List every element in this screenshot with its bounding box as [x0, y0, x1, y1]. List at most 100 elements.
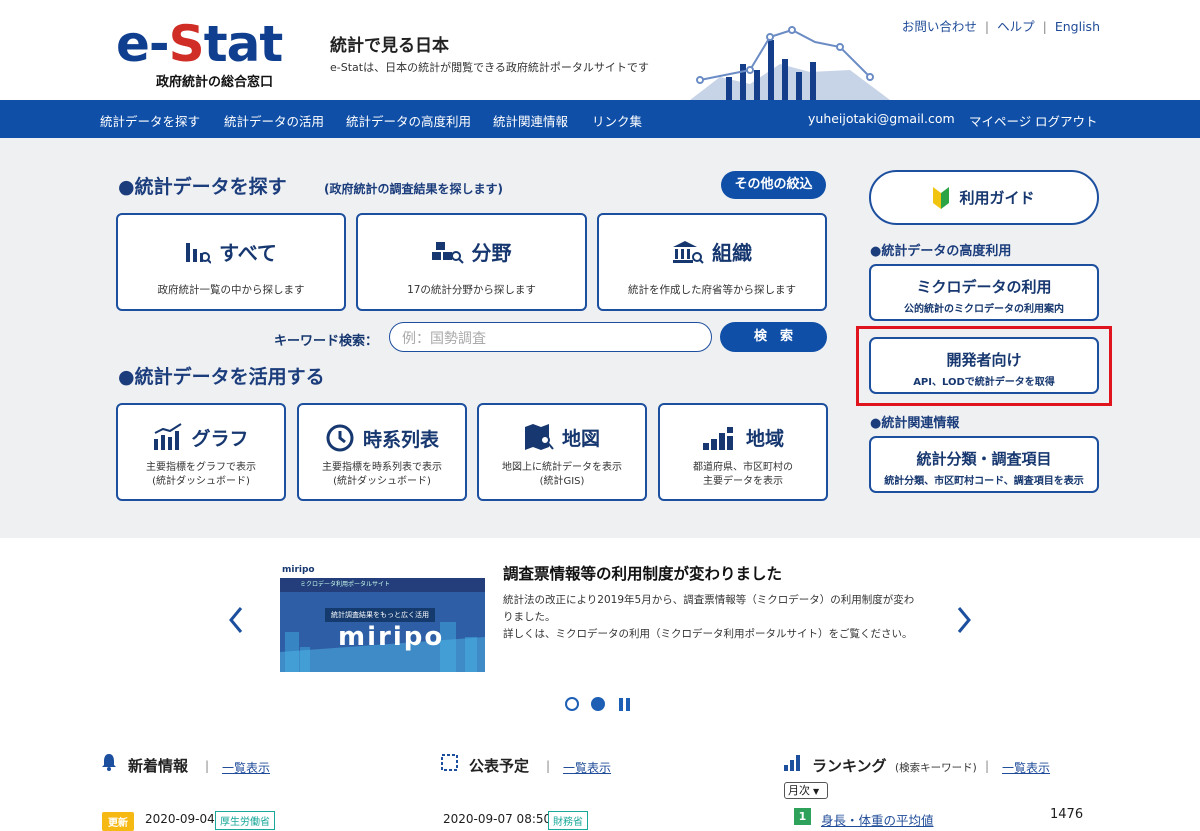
search-section-subtitle: (政府統計の調査結果を探します): [324, 182, 503, 196]
new-info-title: 新着情報: [128, 757, 189, 775]
carousel-prev-button[interactable]: [228, 606, 244, 642]
developer-button[interactable]: 開発者向け API、LODで統計データを取得: [869, 337, 1099, 394]
site-description: e-Statは、日本の統計が閲覧できる政府統計ポータルサイトです: [330, 61, 649, 74]
news-body-line1: 統計法の改正により2019年5月から、調査票情報等（ミクロデータ）の利用制度が変…: [503, 594, 915, 623]
graph-icon: [154, 423, 183, 450]
logo-text-1: e-: [116, 15, 170, 73]
use-card-region-desc1: 都道府県、市区町村の: [693, 462, 793, 473]
schedule-date: 2020-09-07 08:50: [443, 812, 552, 826]
use-card-graph-title: グラフ: [191, 427, 249, 450]
news-image-header: miripo: [280, 562, 485, 578]
bell-icon: [102, 754, 116, 771]
update-badge: 更新: [102, 812, 134, 831]
carousel-indicators: [565, 697, 630, 711]
schedule-title: 公表予定: [469, 757, 530, 775]
micro-data-button[interactable]: ミクロデータの利用 公的統計のミクロデータの利用案内: [869, 264, 1099, 321]
developer-title: 開発者向け: [946, 351, 1022, 369]
search-card-field[interactable]: 分野 17の統計分野から探します: [356, 213, 587, 311]
use-card-timeseries-title: 時系列表: [362, 428, 439, 451]
site-title: 統計で見る日本: [330, 36, 449, 56]
use-card-graph[interactable]: グラフ 主要指標をグラフで表示 (統計ダッシュボード): [116, 403, 286, 501]
new-info-list-link[interactable]: 一覧表示: [222, 759, 270, 776]
logout-link[interactable]: ログアウト: [1035, 111, 1098, 130]
search-card-org[interactable]: 組織 統計を作成した府省等から探します: [597, 213, 827, 311]
use-card-region[interactable]: 地域 都道府県、市区町村の 主要データを表示: [658, 403, 828, 501]
search-card-all-desc: 政府統計一覧の中から探します: [157, 284, 305, 296]
logo-subtitle: 政府統計の総合窓口: [156, 75, 274, 90]
search-card-all[interactable]: すべて 政府統計一覧の中から探します: [116, 213, 346, 311]
utility-links: お問い合わせ | ヘルプ | English: [901, 19, 1100, 34]
user-email[interactable]: yuheijotaki@gmail.com: [808, 111, 955, 126]
header-chart-decoration: [690, 26, 890, 100]
classification-desc: 統計分類、市区町村コード、調査項目を表示: [884, 476, 1084, 487]
separator: |: [205, 759, 210, 773]
keyword-search-input[interactable]: 例：国勢調査: [389, 322, 712, 352]
nav-item-related[interactable]: 統計関連情報: [493, 111, 568, 130]
nav-item-search[interactable]: 統計データを探す: [100, 111, 200, 130]
carousel-dot-2[interactable]: [591, 697, 605, 711]
news-body-line2: 詳しくは、ミクロデータの利用（ミクロデータ利用ポータルサイト）をご覧ください。: [503, 628, 913, 640]
search-card-field-title: 分野: [471, 241, 512, 265]
ranking-subtitle: (検索キーワード): [895, 762, 977, 774]
chevron-down-icon: ▼: [813, 787, 820, 796]
schedule-ministry-badge[interactable]: 財務省: [548, 811, 588, 830]
carousel-pause-icon[interactable]: [619, 698, 630, 711]
filter-button[interactable]: その他の絞込: [721, 171, 826, 199]
micro-data-title: ミクロデータの利用: [916, 278, 1052, 296]
bar-chart-search-icon: [186, 242, 212, 264]
search-card-all-title: すべて: [219, 241, 277, 265]
nav-item-use[interactable]: 統計データの活用: [224, 111, 324, 130]
ranking-list-link[interactable]: 一覧表示: [1002, 759, 1050, 776]
guide-button-label: 利用ガイド: [959, 189, 1035, 207]
search-card-field-desc: 17の統計分野から探します: [407, 284, 536, 296]
site-logo[interactable]: e-Stat: [116, 14, 283, 74]
rank-number-badge: 1: [794, 808, 811, 825]
use-card-graph-desc1: 主要指標をグラフで表示: [146, 462, 256, 473]
ranking-bars-icon: [784, 755, 800, 771]
schedule-list-link[interactable]: 一覧表示: [563, 759, 611, 776]
search-card-org-title: 組織: [712, 241, 752, 265]
classification-button[interactable]: 統計分類・調査項目 統計分類、市区町村コード、調査項目を表示: [869, 436, 1099, 493]
use-card-timeseries[interactable]: 時系列表 主要指標を時系列表で表示 (統計ダッシュボード): [297, 403, 467, 501]
mypage-link[interactable]: マイページ: [969, 111, 1031, 130]
map-icon: [524, 424, 554, 450]
use-card-map-desc1: 地図上に統計データを表示: [502, 462, 622, 473]
carousel-dot-1[interactable]: [565, 697, 579, 711]
use-card-map[interactable]: 地図 地図上に統計データを表示 (統計GIS): [477, 403, 647, 501]
carousel-next-button[interactable]: [956, 606, 972, 642]
boxes-search-icon: [431, 241, 464, 264]
ranking-title: ランキング: [812, 757, 887, 775]
contact-link[interactable]: お問い合わせ: [902, 19, 977, 34]
news-body: 統計法の改正により2019年5月から、調査票情報等（ミクロデータ）の利用制度が変…: [503, 592, 923, 643]
news-image-tagline: 統計調査結果をもっと広く活用: [325, 608, 435, 622]
use-card-timeseries-desc2: (統計ダッシュボード): [333, 476, 431, 487]
separator: |: [985, 759, 990, 773]
new-info-date: 2020-09-04: [145, 812, 215, 826]
ranking-period-select[interactable]: 月次 ▼: [784, 782, 828, 799]
use-card-graph-desc2: (統計ダッシュボード): [152, 476, 250, 487]
use-card-map-desc2: (統計GIS): [539, 476, 585, 487]
rank-count: 1476: [1050, 807, 1084, 822]
search-button[interactable]: 検 索: [720, 322, 827, 352]
help-link[interactable]: ヘルプ: [997, 19, 1035, 34]
guide-button[interactable]: 利用ガイド: [869, 170, 1099, 225]
use-card-region-desc2: 主要データを表示: [703, 476, 783, 487]
news-image-small-logo: miripo: [282, 565, 315, 575]
ministry-badge[interactable]: 厚生労働省: [215, 811, 275, 830]
global-nav: 統計データを探す 統計データの活用 統計データの高度利用 統計関連情報 リンク集…: [0, 100, 1200, 138]
micro-data-desc: 公的統計のミクロデータの利用案内: [904, 304, 1064, 315]
search-card-org-desc: 統計を作成した府省等から探します: [628, 284, 796, 296]
nav-item-links[interactable]: リンク集: [592, 111, 642, 130]
keyword-label: キーワード検索：: [274, 334, 379, 349]
nav-item-advanced[interactable]: 統計データの高度利用: [346, 111, 471, 130]
english-link[interactable]: English: [1055, 19, 1100, 34]
chevron-left-icon: [229, 607, 243, 633]
separator: |: [546, 759, 551, 773]
news-image-logo: miripo: [338, 622, 445, 652]
rank-item-link[interactable]: 身長・体重の平均値: [821, 810, 934, 829]
news-title[interactable]: 調査票情報等の利用制度が変わりました: [503, 562, 782, 584]
news-image[interactable]: miripo ミクロデータ利用ポータルサイト 統計調査結果をもっと広く活用 mi…: [280, 562, 485, 672]
use-card-region-title: 地域: [745, 427, 784, 450]
clock-icon: [326, 424, 354, 452]
beginner-mark-icon: [933, 186, 950, 209]
